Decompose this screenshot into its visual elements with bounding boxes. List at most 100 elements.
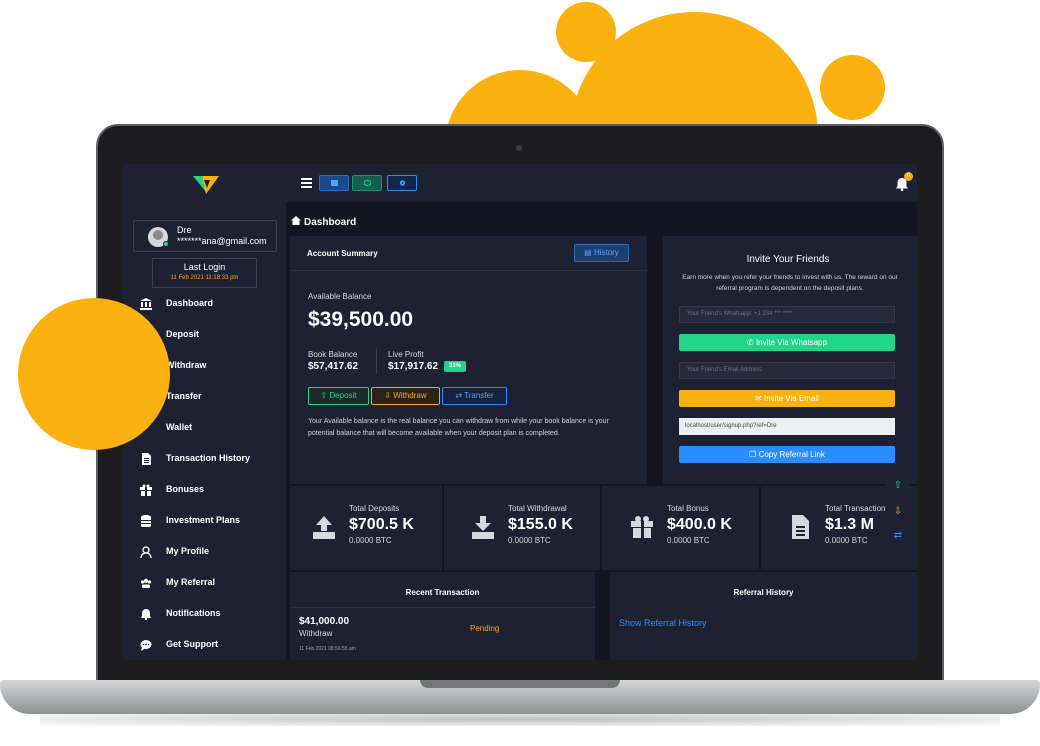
sidebar-item-label: Transaction History	[166, 453, 251, 463]
history-button[interactable]: ▤ History	[574, 244, 629, 262]
sidebar-item-label: Withdraw	[166, 360, 207, 370]
user-email: *******ana@gmail.com	[177, 236, 267, 246]
user-card[interactable]: Dre *******ana@gmail.com	[133, 220, 277, 252]
online-status-dot	[163, 241, 169, 247]
mail-icon	[331, 180, 338, 186]
document-icon	[142, 453, 151, 465]
stat-sub: 0.0000 BTC	[349, 536, 392, 545]
stat-total-deposits: Total Deposits $700.5 K 0.0000 BTC	[290, 486, 440, 570]
withdraw-button[interactable]: ⇩ Withdraw	[371, 387, 440, 405]
copy-referral-label: Copy Referral Link	[758, 450, 825, 459]
notification-badge: 0	[904, 172, 913, 181]
email-input[interactable]: Your Friend's Email Address	[679, 362, 895, 379]
settings-button[interactable]	[387, 175, 417, 191]
invite-whatsapp-button[interactable]: ✆ Invite Via Whatsapp	[679, 334, 895, 351]
stat-sub: 0.0000 BTC	[825, 536, 868, 545]
last-login-card: Last Login 11 Feb 2021 11:18:33 pm	[152, 258, 257, 288]
sidebar-item-bonuses[interactable]: Bonuses	[137, 482, 277, 498]
bell-icon	[141, 609, 151, 620]
bank-icon	[140, 298, 152, 310]
app-logo[interactable]	[193, 174, 219, 196]
sidebar-item-get-support[interactable]: Get Support	[137, 637, 277, 653]
account-summary-card: Account Summary ▤ History Available Bala…	[290, 236, 647, 484]
sidebar-item-label: Wallet	[166, 422, 193, 432]
users-icon	[140, 578, 152, 588]
stat-sub: 0.0000 BTC	[508, 536, 551, 545]
download-tray-icon	[472, 516, 494, 539]
home-icon	[291, 216, 301, 225]
available-balance-value: $39,500.00	[308, 308, 414, 331]
live-profit-badge: 31%	[444, 361, 466, 372]
sidebar-item-label: Bonuses	[166, 484, 205, 494]
stat-value: $1.3 M	[825, 516, 874, 533]
sidebar-item-wallet[interactable]: Wallet	[137, 420, 277, 436]
book-balance-value: $57,417.62	[308, 361, 359, 372]
transfer-shortcut-icon[interactable]: ⇄	[892, 530, 904, 542]
show-referral-history-link[interactable]: Show Referral History	[619, 618, 707, 628]
transfer-button[interactable]: ⇄ Transfer	[442, 387, 507, 405]
stats-row: Total Deposits $700.5 K 0.0000 BTC Total…	[290, 486, 917, 570]
sidebar-item-dashboard[interactable]: Dashboard	[137, 296, 277, 312]
invite-whatsapp-label: Invite Via Whatsapp	[755, 338, 827, 347]
stat-value: $400.0 K	[667, 516, 732, 533]
withdraw-label: Withdraw	[393, 391, 427, 400]
app-screen: Dre *******ana@gmail.com Last Login 11 F…	[123, 164, 917, 660]
referral-link-field[interactable]: localhost/user/signup.php?ref=Dre	[679, 418, 895, 435]
recent-transaction-header: Recent Transaction	[290, 572, 595, 608]
floating-toolbar: ⇧ ⇩ ⇄	[886, 474, 910, 548]
menu-icon[interactable]	[301, 178, 312, 188]
chat-button[interactable]	[352, 175, 382, 191]
deposit-button[interactable]: ⇧ Deposit	[308, 387, 369, 405]
database-icon	[141, 515, 151, 527]
last-login-title: Last Login	[183, 262, 226, 272]
sidebar-item-my-profile[interactable]: My Profile	[137, 544, 277, 560]
sidebar-item-transaction-history[interactable]: Transaction History	[137, 451, 277, 467]
transaction-type: Withdraw	[299, 629, 333, 638]
invite-email-button[interactable]: ✉ Invite Via Email	[679, 390, 895, 407]
sidebar-item-investment-plans[interactable]: Investment Plans	[137, 513, 277, 529]
sidebar-item-label: Dashboard	[166, 298, 214, 308]
stat-label: Total Bonus	[667, 504, 709, 513]
whatsapp-input[interactable]: Your Friend's Whatsapp: +1 234 *** ****	[679, 306, 895, 323]
recent-transaction-card: Recent Transaction $41,000.00 Withdraw P…	[290, 572, 595, 660]
live-profit-value: $17,917.62	[388, 361, 439, 372]
sidebar-item-notifications[interactable]: Notifications	[137, 606, 277, 622]
mail-button[interactable]	[319, 175, 349, 191]
divider	[600, 486, 602, 570]
sidebar-item-label: Notifications	[166, 608, 221, 618]
sidebar-item-my-referral[interactable]: My Referral	[137, 575, 277, 591]
stat-sub: 0.0000 BTC	[667, 536, 710, 545]
sidebar-item-label: Deposit	[166, 329, 200, 339]
live-profit-label: Live Profit	[388, 350, 424, 359]
camera	[516, 145, 522, 151]
user-name: Dre	[177, 225, 192, 235]
divider	[759, 486, 761, 570]
sidebar-item-label: Get Support	[166, 639, 218, 649]
invite-email-label: Invite Via Email	[763, 394, 819, 403]
withdraw-shortcut-icon[interactable]: ⇩	[892, 506, 904, 518]
gift-icon	[631, 516, 653, 538]
invite-friends-card: Invite Your Friends Earn more when you r…	[663, 236, 917, 484]
referral-history-title: Referral History	[733, 588, 794, 597]
divider	[376, 348, 377, 374]
sidebar-item-label: My Profile	[166, 546, 210, 556]
deposit-label: Deposit	[329, 391, 357, 400]
transaction-amount: $41,000.00	[299, 616, 350, 627]
sidebar-item-label: My Referral	[166, 577, 216, 587]
invite-description: Earn more when you refer your friends to…	[682, 274, 898, 292]
transfer-label: Transfer	[464, 391, 494, 400]
available-balance-label: Available Balance	[308, 292, 372, 301]
gear-icon	[399, 180, 406, 186]
divider	[442, 486, 444, 570]
user-icon	[140, 546, 152, 558]
chat-icon	[364, 180, 371, 186]
stat-label: Total Withdrawal	[508, 504, 567, 513]
balance-note: Your Available balance is the real balan…	[308, 418, 609, 437]
account-summary-title: Account Summary	[307, 249, 378, 258]
deposit-shortcut-icon[interactable]: ⇧	[892, 480, 904, 492]
stat-total-withdrawal: Total Withdrawal $155.0 K 0.0000 BTC	[449, 486, 599, 570]
copy-referral-button[interactable]: ❐ Copy Referral Link	[679, 446, 895, 463]
decor-circle	[820, 55, 885, 120]
last-login-time: 11 Feb 2021 11:18:33 pm	[170, 275, 239, 281]
stat-value: $155.0 K	[508, 516, 573, 533]
